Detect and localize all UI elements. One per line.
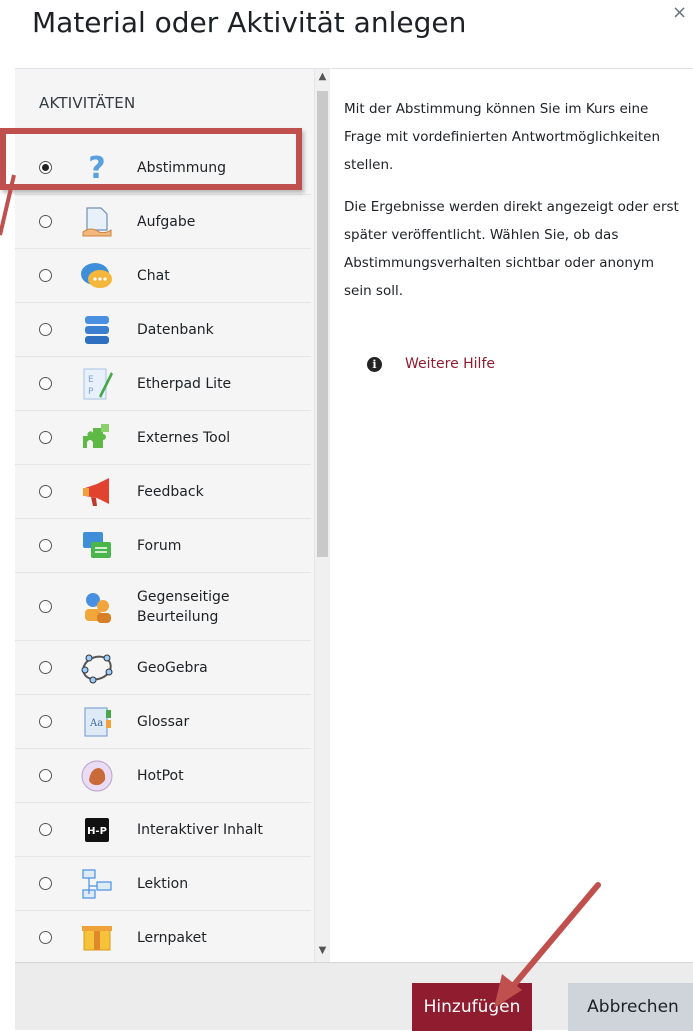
scroll-down-arrow-icon[interactable]: ▼ [316,945,329,956]
svg-text:P: P [88,387,94,397]
dialog-title: Material oder Aktivität anlegen [32,6,467,39]
activity-item-interaktiver-inhalt[interactable]: H-P Interaktiver Inhalt [15,802,311,856]
activity-label: Externes Tool [137,429,231,446]
radio-button[interactable] [39,323,52,336]
activity-label: Lektion [137,875,189,892]
activity-list: ? Abstimmung Aufgabe Chat Datenbank E P … [15,141,311,963]
radio-button[interactable] [39,715,52,728]
activity-item-geogebra[interactable]: GeoGebra [15,640,311,694]
activity-chooser-panel: AKTIVITÄTEN ? Abstimmung Aufgabe Chat Da… [15,68,330,963]
activity-item-gegenseitige-beurteilung[interactable]: Gegenseitige Beurteilung [15,572,311,640]
scrollbar-thumb[interactable] [317,91,328,557]
activity-item-hotpot[interactable]: HotPot [15,748,311,802]
activity-label: Lernpaket [137,929,207,946]
etherpad-icon: E P [83,368,113,399]
radio-button[interactable] [39,431,52,444]
scroll-up-arrow-icon[interactable]: ▲ [316,71,329,82]
close-icon[interactable]: × [672,2,687,23]
database-icon [85,315,109,344]
hotpot-icon [81,760,113,791]
lesson-icon [82,868,112,899]
help-link[interactable]: i Weitere Hilfe [367,356,495,372]
description-paragraph: Die Ergebnisse werden direkt angezeigt o… [344,199,679,299]
activity-label: Forum [137,537,182,554]
svg-text:E: E [88,375,94,385]
megaphone-icon [83,477,109,506]
geogebra-icon [81,654,113,683]
workshop-icon [85,592,111,623]
activity-label: Chat [137,267,170,284]
activity-label: Datenbank [137,321,214,338]
radio-button[interactable] [39,823,52,836]
activity-item-datenbank[interactable]: Datenbank [15,302,311,356]
description-panel: Mit der Abstimmung können Sie im Kurs ei… [331,68,693,963]
activity-item-chat[interactable]: Chat [15,248,311,302]
glossary-icon: Aa [84,706,111,737]
radio-button[interactable] [39,377,52,390]
activity-item-feedback[interactable]: Feedback [15,464,311,518]
activity-label: Gegenseitige Beurteilung [137,588,230,625]
radio-button-selected[interactable] [39,161,52,174]
svg-text:H-P: H-P [87,826,107,837]
activity-label: Glossar [137,713,190,730]
activity-item-lernpaket[interactable]: Lernpaket [15,910,311,963]
radio-button[interactable] [39,931,52,944]
info-icon: i [367,356,382,372]
assignment-icon [82,206,112,236]
dialog-footer: Hinzufügen Abbrechen [15,962,693,1031]
svg-text:Aa: Aa [89,718,103,729]
radio-button[interactable] [39,600,52,613]
activity-item-glossar[interactable]: Aa Glossar [15,694,311,748]
activity-item-forum[interactable]: Forum [15,518,311,572]
activity-label: HotPot [137,767,184,784]
svg-text:?: ? [88,151,105,186]
add-button[interactable]: Hinzufügen [412,983,532,1031]
description-paragraph: Mit der Abstimmung können Sie im Kurs ei… [344,101,661,173]
activity-label: GeoGebra [137,659,208,676]
puzzle-icon [83,423,109,448]
section-heading-activities: AKTIVITÄTEN [39,94,136,112]
h5p-icon: H-P [85,817,109,842]
activity-label: Abstimmung [137,159,227,176]
radio-button[interactable] [39,215,52,228]
radio-button[interactable] [39,769,52,782]
chat-bubbles-icon [81,262,112,288]
activity-description: Mit der Abstimmung können Sie im Kurs ei… [344,95,684,319]
radio-button[interactable] [39,539,52,552]
help-link-label[interactable]: Weitere Hilfe [405,356,495,372]
package-icon [82,925,112,950]
radio-button[interactable] [39,661,52,674]
activity-label: Interaktiver Inhalt [137,821,263,838]
activity-item-externes-tool[interactable]: Externes Tool [15,410,311,464]
forum-icon [83,531,111,558]
activity-item-aufgabe[interactable]: Aufgabe [15,194,311,248]
activity-item-etherpad-lite[interactable]: E P Etherpad Lite [15,356,311,410]
radio-button[interactable] [39,877,52,890]
radio-button[interactable] [39,269,52,282]
question-mark-icon: ? [88,151,105,186]
cancel-button[interactable]: Abbrechen [568,983,693,1031]
radio-button[interactable] [39,485,52,498]
activity-label: Etherpad Lite [137,375,232,392]
activity-item-abstimmung[interactable]: ? Abstimmung [15,141,311,194]
activity-item-lektion[interactable]: Lektion [15,856,311,910]
activity-label: Feedback [137,483,204,500]
activity-label: Aufgabe [137,213,196,230]
